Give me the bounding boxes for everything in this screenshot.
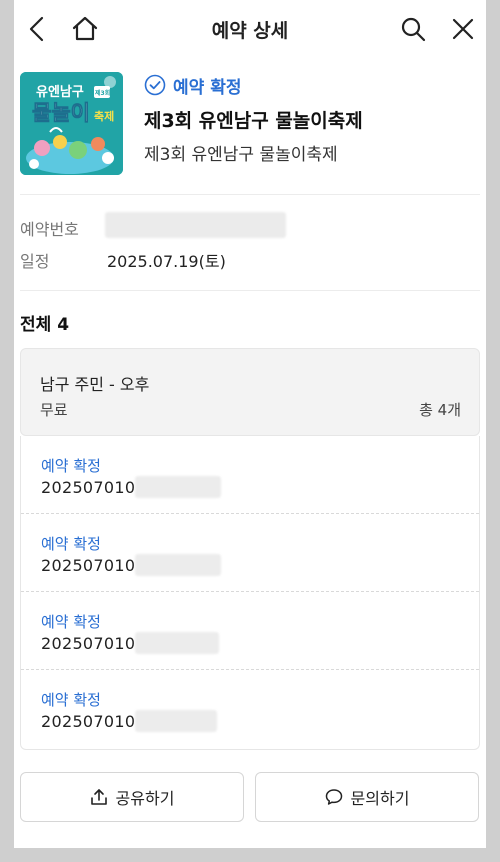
date-value: 2025.07.19(토) xyxy=(107,252,226,271)
item-code-redacted xyxy=(135,554,221,576)
poster-badge: 제3회 xyxy=(95,89,110,97)
list-item[interactable]: 예약 확정 202507010 xyxy=(21,670,479,748)
inquiry-label: 문의하기 xyxy=(350,789,410,808)
check-circle-icon xyxy=(144,74,166,96)
event-poster-image: 유엔남구 제3회 물놀이 축제 xyxy=(20,72,123,175)
search-button[interactable] xyxy=(398,14,428,44)
event-subtitle: 제3회 유엔남구 물놀이축제 xyxy=(144,145,338,165)
inquiry-button[interactable]: 문의하기 xyxy=(255,772,479,822)
ticket-name: 남구 주민 - 오후 xyxy=(40,375,150,394)
share-icon xyxy=(90,789,107,805)
close-icon xyxy=(452,18,474,40)
list-item[interactable]: 예약 확정 202507010 xyxy=(21,514,479,592)
ticket-list: 예약 확정 202507010 예약 확정 202507010 예약 확정 20… xyxy=(20,436,480,750)
event-title: 제3회 유엔남구 물놀이축제 xyxy=(144,110,363,132)
list-item[interactable]: 예약 확정 202507010 xyxy=(21,592,479,670)
divider xyxy=(20,290,480,291)
reservation-detail-screen: 예약 상세 유엔남구 제3회 물놀이 축제 예약 확정 제3회 유엔남구 물놀이… xyxy=(14,0,486,848)
share-label: 공유하기 xyxy=(115,789,175,808)
item-status: 예약 확정 xyxy=(41,613,101,631)
date-label: 일정 xyxy=(20,252,50,271)
poster-title-line2: 물놀이 xyxy=(32,101,90,125)
item-status: 예약 확정 xyxy=(41,535,101,553)
ticket-group-header: 남구 주민 - 오후 무료 총 4개 xyxy=(20,348,480,436)
close-button[interactable] xyxy=(448,14,478,44)
item-code: 202507010 xyxy=(41,478,136,497)
reservation-number-value-redacted xyxy=(105,212,286,238)
top-bar: 예약 상세 xyxy=(14,0,486,58)
item-code-redacted xyxy=(135,710,217,732)
reservation-number-label: 예약번호 xyxy=(20,220,79,239)
poster-title-line1: 유엔남구 xyxy=(36,84,84,100)
ticket-count: 총 4개 xyxy=(419,401,461,419)
ticket-price: 무료 xyxy=(40,401,68,419)
share-button[interactable]: 공유하기 xyxy=(20,772,244,822)
item-code: 202507010 xyxy=(41,634,136,653)
item-status: 예약 확정 xyxy=(41,691,101,709)
search-icon xyxy=(401,17,426,42)
poster-title-line3: 축제 xyxy=(94,109,114,123)
reservation-status: 예약 확정 xyxy=(144,72,241,98)
divider xyxy=(20,194,480,195)
item-code-redacted xyxy=(135,632,219,654)
item-status: 예약 확정 xyxy=(41,457,101,475)
list-item[interactable]: 예약 확정 202507010 xyxy=(21,436,479,514)
status-label: 예약 확정 xyxy=(173,77,242,98)
total-number: 4 xyxy=(57,315,70,335)
chat-bubble-icon xyxy=(325,789,342,805)
total-label: 전체 xyxy=(20,315,52,335)
item-code-redacted xyxy=(135,476,221,498)
item-code: 202507010 xyxy=(41,556,136,575)
item-code: 202507010 xyxy=(41,712,136,731)
total-count: 전체 4 xyxy=(20,310,69,335)
